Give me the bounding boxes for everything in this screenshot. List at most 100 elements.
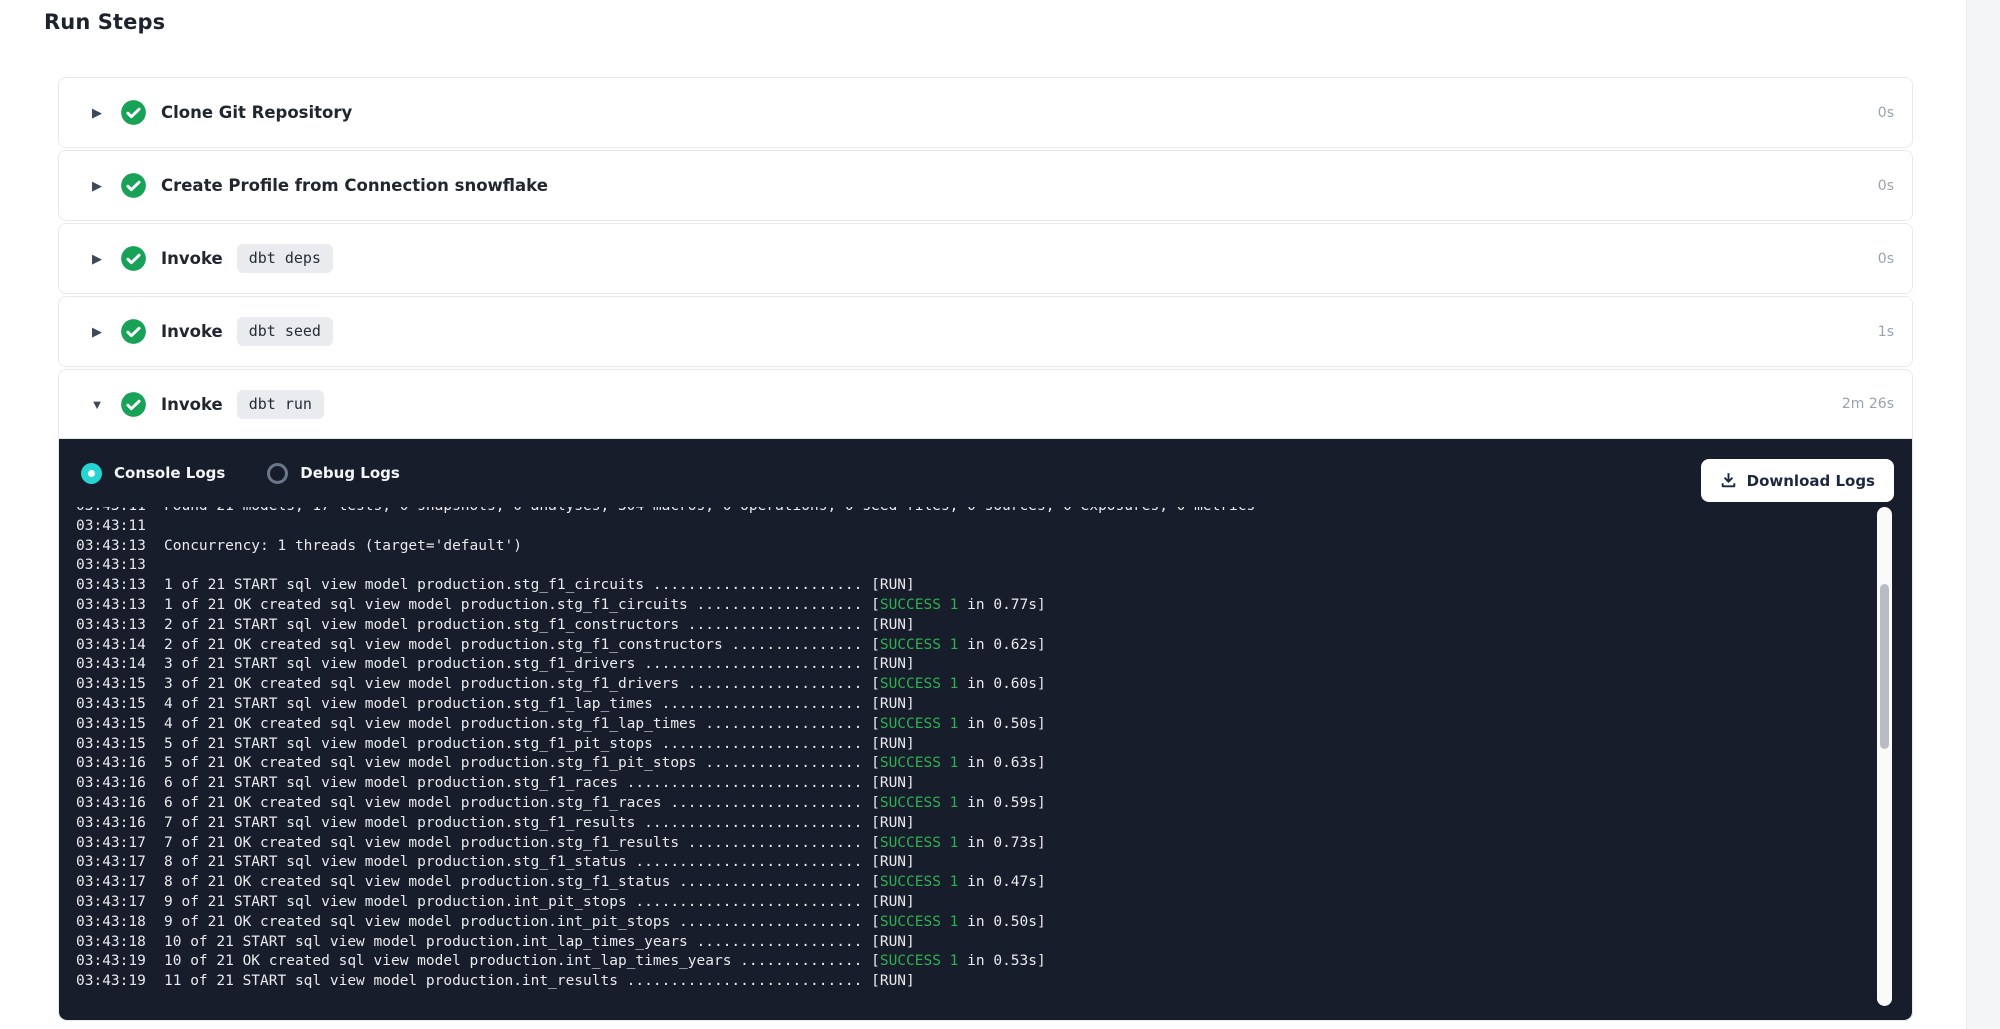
log-message: 8 of 21 OK created sql view model produc… <box>164 873 1046 893</box>
log-line: 03:43:132 of 21 START sql view model pro… <box>76 616 1872 636</box>
console-log-lines: 03:43:11Found 21 models, 17 tests, 0 sna… <box>76 507 1872 992</box>
step-row-invoke-dbt-seed[interactable]: ▶Invokedbt seed1s <box>59 297 1912 366</box>
log-message: 6 of 21 START sql view model production.… <box>164 774 915 794</box>
log-message: 10 of 21 OK created sql view model produ… <box>164 952 1046 972</box>
log-timestamp: 03:43:15 <box>76 695 164 715</box>
step-command-chip: dbt run <box>237 390 324 419</box>
step-card-clone-git-repository: ▶Clone Git Repository0s <box>58 77 1913 148</box>
collapse-caret-icon[interactable]: ▼ <box>89 398 105 411</box>
step-row-invoke-dbt-run[interactable]: ▼ Invoke dbt run 2m 26s <box>59 370 1912 439</box>
page-title: Run Steps <box>44 10 165 34</box>
log-line: 03:43:13Concurrency: 1 threads (target='… <box>76 537 1872 557</box>
log-timestamp: 03:43:15 <box>76 715 164 735</box>
tab-label-console-logs: Console Logs <box>114 464 225 482</box>
expand-caret-icon[interactable]: ▶ <box>89 252 105 265</box>
log-message: 5 of 21 START sql view model production.… <box>164 735 915 755</box>
log-line: 03:43:143 of 21 START sql view model pro… <box>76 655 1872 675</box>
log-message: 9 of 21 OK created sql view model produc… <box>164 913 1046 933</box>
log-line: 03:43:177 of 21 OK created sql view mode… <box>76 834 1872 854</box>
log-message: 11 of 21 START sql view model production… <box>164 972 915 992</box>
success-check-icon <box>120 172 147 199</box>
log-message: 4 of 21 OK created sql view model produc… <box>164 715 1046 735</box>
log-message: 7 of 21 OK created sql view model produc… <box>164 834 1046 854</box>
step-row-clone-git-repository[interactable]: ▶Clone Git Repository0s <box>59 78 1912 147</box>
log-timestamp: 03:43:17 <box>76 853 164 873</box>
download-logs-button[interactable]: Download Logs <box>1701 459 1894 502</box>
step-duration: 2m 26s <box>1842 396 1894 412</box>
expand-caret-icon[interactable]: ▶ <box>89 179 105 192</box>
step-label: Invoke <box>161 322 223 341</box>
log-line: 03:43:11 <box>76 517 1872 537</box>
log-line: 03:43:153 of 21 OK created sql view mode… <box>76 675 1872 695</box>
log-line: 03:43:1910 of 21 OK created sql view mod… <box>76 952 1872 972</box>
log-line: 03:43:154 of 21 START sql view model pro… <box>76 695 1872 715</box>
log-timestamp: 03:43:13 <box>76 537 164 557</box>
download-logs-label: Download Logs <box>1747 472 1875 490</box>
log-line: 03:43:1810 of 21 START sql view model pr… <box>76 933 1872 953</box>
log-line: 03:43:155 of 21 START sql view model pro… <box>76 735 1872 755</box>
log-timestamp: 03:43:13 <box>76 556 164 576</box>
log-line: 03:43:178 of 21 START sql view model pro… <box>76 853 1872 873</box>
step-duration: 0s <box>1878 105 1894 121</box>
log-line: 03:43:166 of 21 OK created sql view mode… <box>76 794 1872 814</box>
step-label: Create Profile from Connection snowflake <box>161 176 548 195</box>
log-timestamp: 03:43:17 <box>76 873 164 893</box>
console-scrollbar-thumb[interactable] <box>1880 584 1889 749</box>
tab-console-logs[interactable]: Console Logs <box>81 463 225 484</box>
expand-caret-icon[interactable]: ▶ <box>89 325 105 338</box>
log-timestamp: 03:43:15 <box>76 675 164 695</box>
log-line: 03:43:179 of 21 START sql view model pro… <box>76 893 1872 913</box>
log-line: 03:43:167 of 21 START sql view model pro… <box>76 814 1872 834</box>
log-line: 03:43:131 of 21 START sql view model pro… <box>76 576 1872 596</box>
log-line: 03:43:13 <box>76 556 1872 576</box>
step-row-create-profile-snowflake[interactable]: ▶ Create Profile from Connection snowflak… <box>59 151 1912 220</box>
expand-caret-icon[interactable]: ▶ <box>89 106 105 119</box>
log-timestamp: 03:43:17 <box>76 893 164 913</box>
success-check-icon <box>120 99 147 126</box>
log-message: 2 of 21 OK created sql view model produc… <box>164 636 1046 656</box>
log-timestamp: 03:43:15 <box>76 735 164 755</box>
success-check-icon <box>120 391 147 418</box>
log-line: 03:43:189 of 21 OK created sql view mode… <box>76 913 1872 933</box>
console-toolbar: Console Logs Debug Logs Download Logs <box>59 439 1912 507</box>
log-message: 6 of 21 OK created sql view model produc… <box>164 794 1046 814</box>
success-check-icon <box>120 245 147 272</box>
radio-unselected-icon[interactable] <box>267 463 288 484</box>
console-scrollbar[interactable] <box>1877 507 1892 1006</box>
step-duration: 1s <box>1878 324 1894 340</box>
log-message: 7 of 21 START sql view model production.… <box>164 814 915 834</box>
log-timestamp: 03:43:18 <box>76 933 164 953</box>
radio-selected-icon[interactable] <box>81 463 102 484</box>
log-message: 2 of 21 START sql view model production.… <box>164 616 915 636</box>
log-timestamp: 03:43:11 <box>76 517 164 537</box>
log-timestamp: 03:43:16 <box>76 754 164 774</box>
log-line: 03:43:142 of 21 OK created sql view mode… <box>76 636 1872 656</box>
tab-debug-logs[interactable]: Debug Logs <box>267 463 400 484</box>
tab-label-debug-logs: Debug Logs <box>300 464 400 482</box>
log-line: 03:43:178 of 21 OK created sql view mode… <box>76 873 1872 893</box>
log-timestamp: 03:43:13 <box>76 616 164 636</box>
download-icon <box>1720 472 1737 489</box>
log-message: 3 of 21 OK created sql view model produc… <box>164 675 1046 695</box>
log-line: 03:43:1911 of 21 START sql view model pr… <box>76 972 1872 992</box>
page-edge-panel <box>1966 0 2000 1029</box>
console-logs-panel: Console Logs Debug Logs Download Logs 03:43… <box>59 439 1912 1020</box>
step-card-invoke-dbt-run: ▼ Invoke dbt run 2m 26s Console Logs Debug Lo… <box>58 369 1913 1021</box>
log-timestamp: 03:43:14 <box>76 655 164 675</box>
log-timestamp: 03:43:16 <box>76 814 164 834</box>
step-row-invoke-dbt-deps[interactable]: ▶ Invoke dbt deps 0s <box>59 224 1912 293</box>
log-message: Found 21 models, 17 tests, 0 snapshots, … <box>164 507 1255 517</box>
log-timestamp: 03:43:16 <box>76 794 164 814</box>
log-timestamp: 03:43:14 <box>76 636 164 656</box>
step-duration: 0s <box>1878 251 1894 267</box>
step-label: Invoke <box>161 395 223 414</box>
step-command-chip: dbt deps <box>237 244 333 273</box>
console-log-output[interactable]: 03:43:11Found 21 models, 17 tests, 0 sna… <box>76 507 1872 1012</box>
log-message: 9 of 21 START sql view model production.… <box>164 893 915 913</box>
step-label: Invoke <box>161 249 223 268</box>
log-message: 8 of 21 START sql view model production.… <box>164 853 915 873</box>
log-timestamp: 03:43:17 <box>76 834 164 854</box>
log-timestamp: 03:43:19 <box>76 972 164 992</box>
log-message: 5 of 21 OK created sql view model produc… <box>164 754 1046 774</box>
log-message: 4 of 21 START sql view model production.… <box>164 695 915 715</box>
